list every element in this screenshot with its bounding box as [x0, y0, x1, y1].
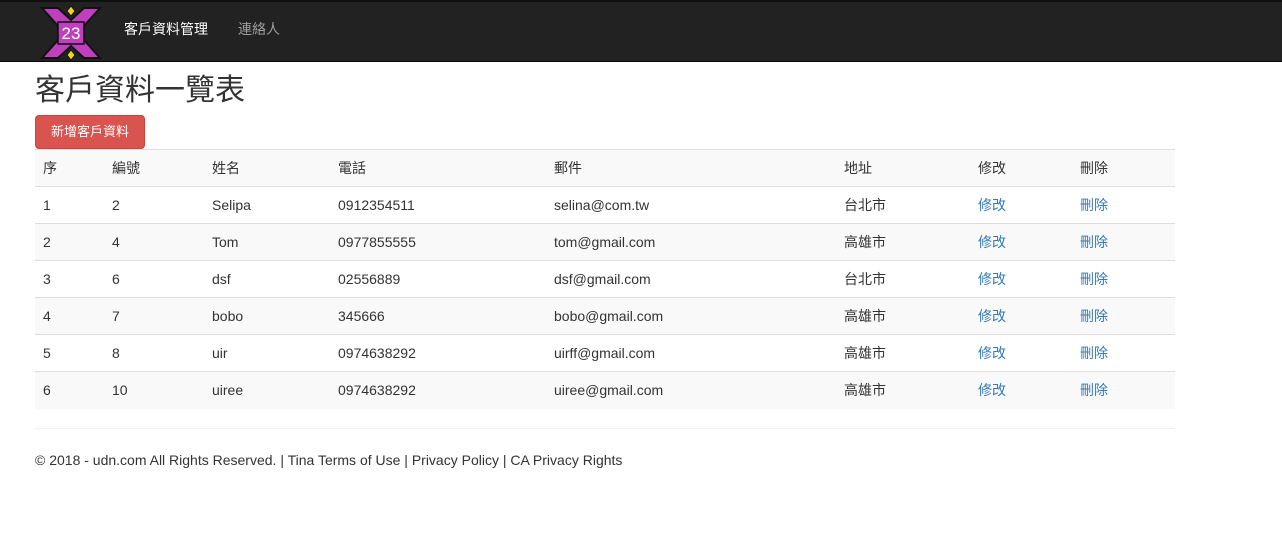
cell-email: uiree@gmail.com	[546, 371, 836, 409]
cell-index: 6	[35, 371, 104, 409]
edit-link[interactable]: 修改	[978, 382, 1006, 398]
table-row: 4 7 bobo 345666 bobo@gmail.com 高雄市 修改 刪除	[35, 297, 1175, 335]
header-address: 地址	[836, 149, 970, 187]
cell-phone: 0912354511	[330, 186, 546, 224]
cell-email: dsf@gmail.com	[546, 260, 836, 298]
cell-name: dsf	[204, 260, 330, 298]
cell-address: 高雄市	[836, 371, 970, 409]
footer-copyright: © 2018 - udn.com All Rights Reserved. | …	[35, 452, 623, 468]
header-delete: 刪除	[1072, 149, 1175, 187]
cell-phone: 0977855555	[330, 223, 546, 261]
delete-link[interactable]: 刪除	[1080, 382, 1108, 398]
delete-link[interactable]: 刪除	[1080, 308, 1108, 324]
cell-name: Tom	[204, 223, 330, 261]
table-row: 1 2 Selipa 0912354511 selina@com.tw 台北市 …	[35, 186, 1175, 224]
cell-phone: 345666	[330, 297, 546, 335]
header-email: 郵件	[546, 149, 836, 187]
edit-link[interactable]: 修改	[978, 271, 1006, 287]
nav-brand-link[interactable]: 客戶資料管理	[124, 20, 208, 38]
cell-address: 台北市	[836, 186, 970, 224]
cell-id: 8	[104, 334, 204, 372]
cell-index: 5	[35, 334, 104, 372]
cell-name: bobo	[204, 297, 330, 335]
footer-divider	[35, 428, 1175, 429]
edit-link[interactable]: 修改	[978, 197, 1006, 213]
delete-link[interactable]: 刪除	[1080, 271, 1108, 287]
cell-name: Selipa	[204, 186, 330, 224]
cell-index: 1	[35, 186, 104, 224]
logo-number: 23	[62, 24, 81, 43]
edit-link[interactable]: 修改	[978, 345, 1006, 361]
delete-link[interactable]: 刪除	[1080, 197, 1108, 213]
customer-table: 序 編號 姓名 電話 郵件 地址 修改 刪除 1 2 Selipa 091235…	[35, 149, 1175, 409]
cell-index: 2	[35, 223, 104, 261]
cell-address: 台北市	[836, 260, 970, 298]
cell-id: 2	[104, 186, 204, 224]
cell-address: 高雄市	[836, 223, 970, 261]
cell-id: 6	[104, 260, 204, 298]
table-header-row: 序 編號 姓名 電話 郵件 地址 修改 刪除	[35, 149, 1175, 187]
header-edit: 修改	[970, 149, 1072, 187]
page-title: 客戶資料一覽表	[35, 74, 245, 107]
site-logo-icon[interactable]: 23	[36, 4, 106, 62]
header-id: 編號	[104, 149, 204, 187]
cell-email: selina@com.tw	[546, 186, 836, 224]
header-phone: 電話	[330, 149, 546, 187]
delete-link[interactable]: 刪除	[1080, 234, 1108, 250]
cell-name: uir	[204, 334, 330, 372]
cell-address: 高雄市	[836, 297, 970, 335]
header-name: 姓名	[204, 149, 330, 187]
cell-email: bobo@gmail.com	[546, 297, 836, 335]
cell-index: 4	[35, 297, 104, 335]
top-navbar: 23 客戶資料管理 連絡人	[0, 0, 1282, 62]
table-row: 2 4 Tom 0977855555 tom@gmail.com 高雄市 修改 …	[35, 223, 1175, 261]
cell-id: 4	[104, 223, 204, 261]
edit-link[interactable]: 修改	[978, 308, 1006, 324]
cell-address: 高雄市	[836, 334, 970, 372]
cell-phone: 0974638292	[330, 371, 546, 409]
table-row: 3 6 dsf 02556889 dsf@gmail.com 台北市 修改 刪除	[35, 260, 1175, 298]
cell-phone: 02556889	[330, 260, 546, 298]
delete-link[interactable]: 刪除	[1080, 345, 1108, 361]
nav-contacts-link[interactable]: 連絡人	[238, 20, 280, 38]
cell-index: 3	[35, 260, 104, 298]
cell-email: uirff@gmail.com	[546, 334, 836, 372]
cell-id: 10	[104, 371, 204, 409]
table-row: 5 8 uir 0974638292 uirff@gmail.com 高雄市 修…	[35, 334, 1175, 372]
cell-email: tom@gmail.com	[546, 223, 836, 261]
table-row: 6 10 uiree 0974638292 uiree@gmail.com 高雄…	[35, 371, 1175, 409]
cell-id: 7	[104, 297, 204, 335]
header-index: 序	[35, 149, 104, 187]
edit-link[interactable]: 修改	[978, 234, 1006, 250]
add-customer-button[interactable]: 新增客戶資料	[35, 115, 145, 149]
cell-phone: 0974638292	[330, 334, 546, 372]
cell-name: uiree	[204, 371, 330, 409]
